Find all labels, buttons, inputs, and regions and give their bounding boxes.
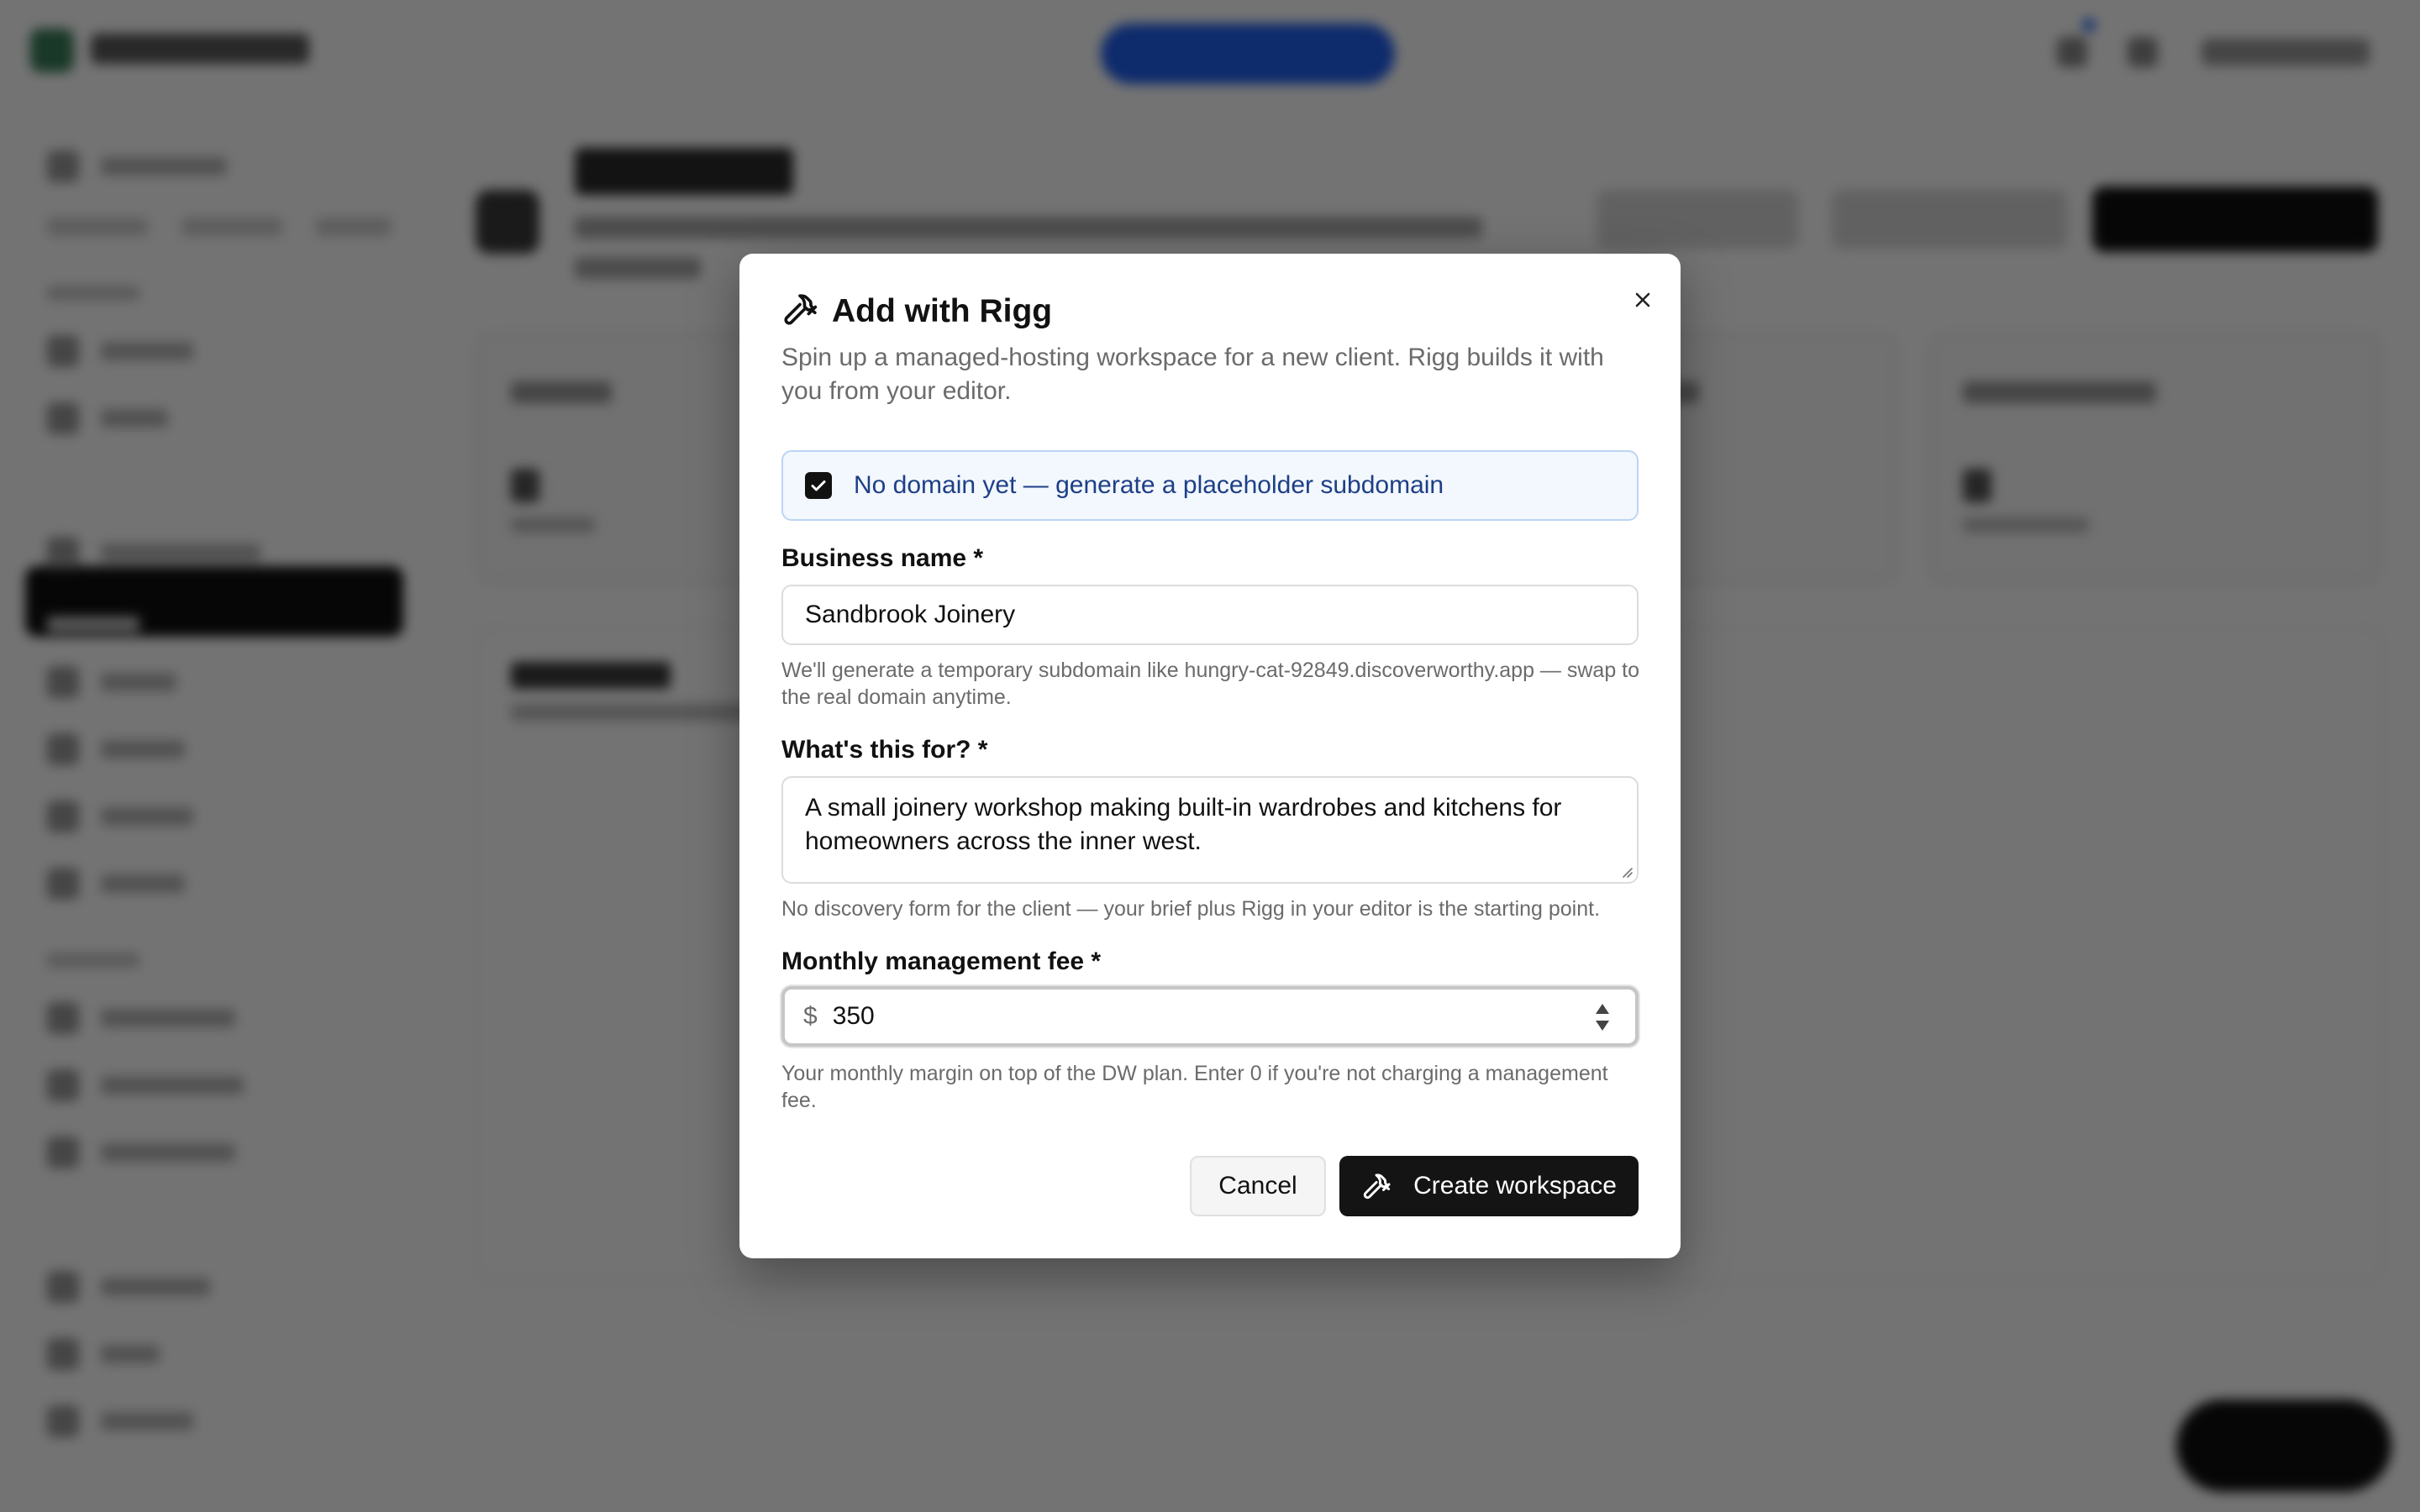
create-workspace-button[interactable]: Create workspace [1339,1156,1639,1216]
number-stepper-icon[interactable] [1593,1001,1612,1033]
currency-prefix: $ [803,1002,818,1030]
close-icon [1635,292,1650,307]
add-with-rigg-dialog: Add with Rigg Spin up a managed-hosting … [739,254,1681,1258]
purpose-hint: No discovery form for the client — your … [781,897,1601,921]
placeholder-subdomain-label[interactable]: No domain yet — generate a placeholder s… [854,471,1444,500]
management-fee-label: Monthly management fee * [781,948,1102,975]
management-fee-value: 350 [832,1002,875,1030]
cancel-button[interactable]: Cancel [1190,1156,1326,1216]
business-name-value: Sandbrook Joinery [805,601,1016,628]
checkmark-icon [811,480,826,491]
close-button[interactable] [1622,279,1664,321]
business-name-input[interactable]: Sandbrook Joinery [781,585,1639,645]
dialog-description: Spin up a managed-hosting workspace for … [781,344,1604,405]
management-fee-hint: Your monthly margin on top of the DW pla… [781,1062,1608,1112]
purpose-value: A small joinery workshop making built-in… [805,794,1562,855]
purpose-label: What's this for? * [781,736,988,764]
placeholder-subdomain-checkbox[interactable] [805,472,832,499]
hammer-icon [781,291,832,332]
dialog-title: Add with Rigg [832,292,1053,329]
placeholder-subdomain-option[interactable]: No domain yet — generate a placeholder s… [781,450,1639,521]
hammer-icon [1363,1173,1391,1200]
create-workspace-label: Create workspace [1413,1172,1617,1200]
resize-handle-icon[interactable] [1618,864,1634,879]
business-name-hint: We'll generate a temporary subdomain lik… [781,659,1640,709]
dialog-header: Add with Rigg [781,291,1052,332]
business-name-label: Business name * [781,544,984,572]
management-fee-input[interactable]: $ 350 [781,986,1639,1047]
purpose-textarea[interactable]: A small joinery workshop making built-in… [781,776,1639,884]
